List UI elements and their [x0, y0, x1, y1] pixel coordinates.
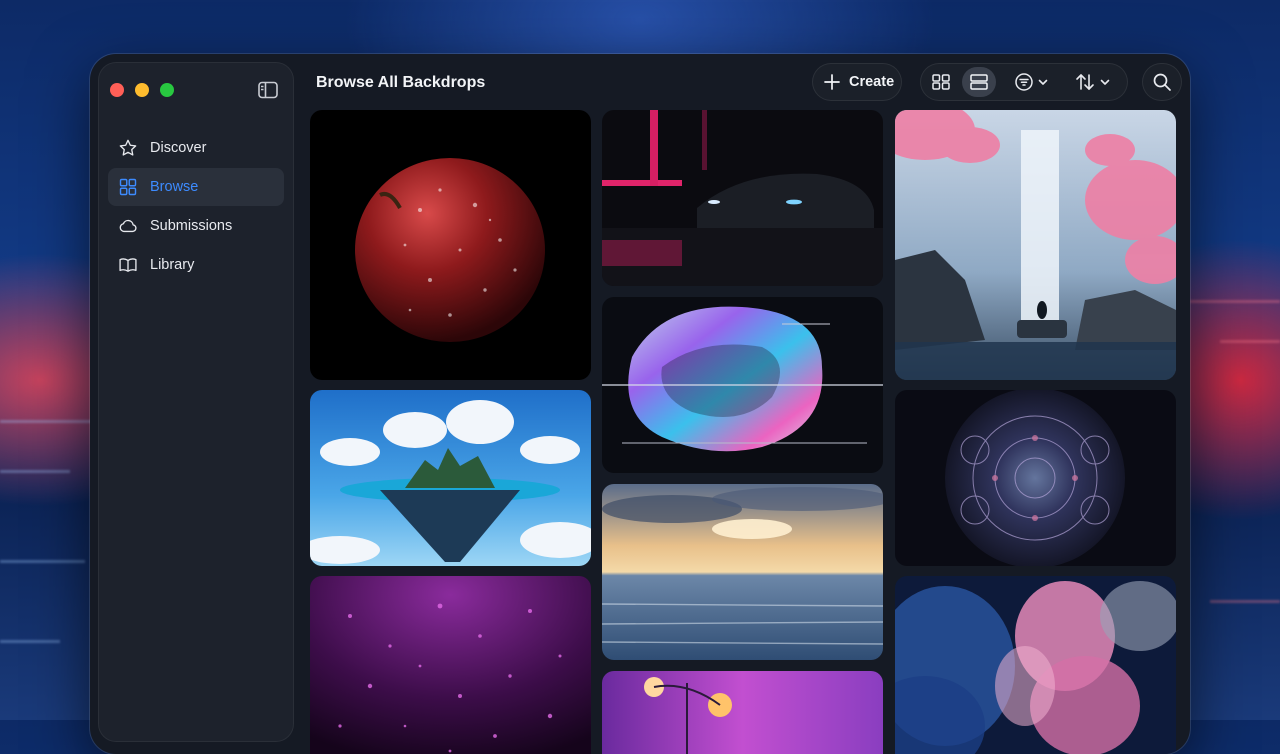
- search-icon: [1153, 73, 1171, 91]
- minimize-window-button[interactable]: [135, 83, 149, 97]
- streetlight-image: [602, 671, 883, 754]
- zoom-window-button[interactable]: [160, 83, 174, 97]
- sidebar-nav: Discover Browse Submissions Library: [108, 129, 284, 285]
- close-window-button[interactable]: [110, 83, 124, 97]
- backdrop-tile-kaleidoscope[interactable]: [895, 390, 1176, 566]
- filter-menu-button[interactable]: [1006, 67, 1056, 97]
- filter-icon: [1014, 73, 1033, 91]
- backdrop-tile-sunset[interactable]: [602, 484, 883, 660]
- rows-view-button[interactable]: [962, 67, 996, 97]
- view-controls: [920, 63, 1128, 101]
- island-image: [310, 390, 591, 566]
- sidebar-item-browse[interactable]: Browse: [108, 168, 284, 206]
- sort-icon: [1075, 74, 1094, 90]
- sidebar-item-label: Submissions: [150, 218, 233, 234]
- sidebar-item-label: Discover: [150, 140, 207, 156]
- kaleidoscope-image: [895, 390, 1176, 566]
- sidebar-item-label: Browse: [150, 179, 199, 195]
- sidebar-item-label: Library: [150, 257, 195, 273]
- glass-image: [602, 297, 883, 473]
- sidebar-item-discover[interactable]: Discover: [108, 129, 284, 167]
- waterfall-image: [895, 110, 1176, 380]
- grid-view-button[interactable]: [924, 67, 958, 97]
- plus-icon: [824, 74, 840, 90]
- search-button[interactable]: [1142, 63, 1182, 101]
- cloud-icon: [119, 219, 137, 233]
- particles-image: [310, 576, 591, 754]
- page-title: Browse All Backdrops: [316, 74, 486, 91]
- backdrop-tile-smoke[interactable]: [895, 576, 1176, 754]
- sidebar: Discover Browse Submissions Library: [98, 62, 294, 742]
- star-icon: [119, 139, 137, 156]
- backdrop-tile-car[interactable]: [602, 110, 883, 286]
- app-window: Discover Browse Submissions Library Brow…: [90, 54, 1190, 754]
- sort-menu-button[interactable]: [1066, 67, 1118, 97]
- sidebar-item-submissions[interactable]: Submissions: [108, 207, 284, 245]
- sidebar-item-library[interactable]: Library: [108, 246, 284, 284]
- car-image: [602, 110, 883, 286]
- sidebar-toggle-icon[interactable]: [258, 81, 278, 99]
- create-button-label: Create: [849, 74, 895, 90]
- backdrop-tile-island[interactable]: [310, 390, 591, 566]
- smoke-image: [895, 576, 1176, 754]
- backdrop-tile-particles[interactable]: [310, 576, 591, 754]
- book-icon: [119, 258, 137, 272]
- create-button[interactable]: Create: [812, 63, 902, 101]
- backdrop-tile-waterfall[interactable]: [895, 110, 1176, 380]
- apple-image: [310, 110, 591, 380]
- backdrop-tile-glass[interactable]: [602, 297, 883, 473]
- chevron-down-icon: [1100, 79, 1109, 85]
- grid-view-icon: [932, 74, 950, 90]
- backdrop-tile-streetlight[interactable]: [602, 671, 883, 754]
- backdrop-tile-apple[interactable]: [310, 110, 591, 380]
- sunset-image: [602, 484, 883, 660]
- rows-view-icon: [970, 74, 988, 90]
- chevron-down-icon: [1038, 79, 1047, 85]
- grid-icon: [119, 178, 137, 196]
